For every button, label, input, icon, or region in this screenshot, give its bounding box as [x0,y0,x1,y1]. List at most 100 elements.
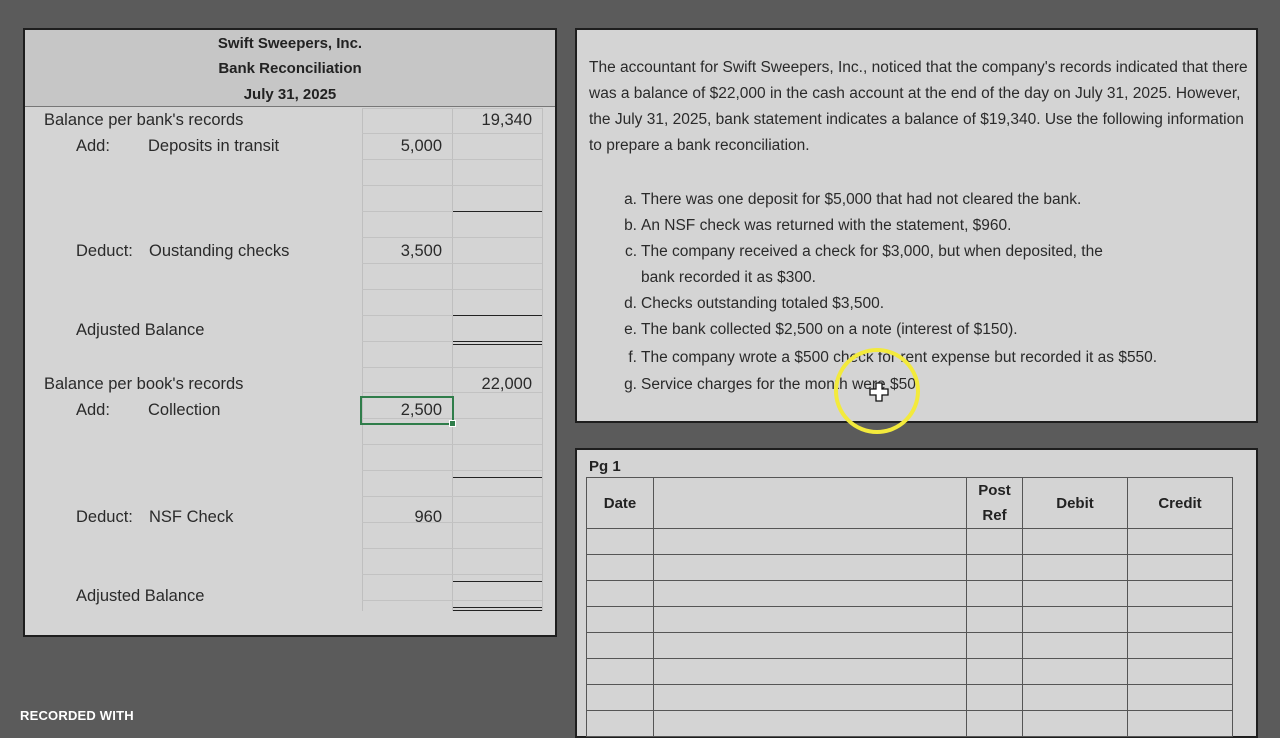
journal-cell[interactable] [1127,658,1233,685]
journal-cell[interactable] [586,658,654,685]
journal-cell[interactable] [653,606,967,633]
list-item: b. An NSF check was returned with the sta… [624,217,1012,234]
journal-row [586,632,1233,659]
journal-cell[interactable] [1022,684,1128,711]
journal-cell[interactable] [966,684,1023,711]
book-balance-amount[interactable]: 22,000 [452,375,532,394]
journal-row [586,684,1233,711]
journal-cell[interactable] [586,554,654,581]
book-adjusted-label: Adjusted Balance [76,587,205,605]
report-title: Bank Reconciliation [218,60,362,77]
journal-row [586,554,1233,581]
journal-row [586,606,1233,633]
book-add-amount[interactable]: 2,500 [362,401,442,420]
post-ref-header: Post Ref [966,477,1023,529]
journal-cell[interactable] [966,580,1023,607]
journal-cell[interactable] [966,658,1023,685]
grid-row-line [362,574,542,575]
bank-balance-amount[interactable]: 19,340 [452,111,532,130]
journal-cell[interactable] [653,632,967,659]
journal-cell[interactable] [966,632,1023,659]
journal-cell[interactable] [653,710,967,737]
journal-panel: Pg 1 Date Post Ref Debit Credit [575,448,1258,738]
journal-row [586,658,1233,685]
underline [453,581,542,582]
grid-row-line [362,263,542,264]
journal-cell[interactable] [1127,528,1233,555]
bank-deduct-label: Deduct: [76,242,133,260]
journal-table: Date Post Ref Debit Credit [586,477,1233,737]
credit-header: Credit [1127,477,1233,529]
journal-cell[interactable] [653,684,967,711]
list-item: d. Checks outstanding totaled $3,500. [624,295,885,312]
journal-row [586,580,1233,607]
journal-cell[interactable] [1022,710,1128,737]
journal-cell[interactable] [586,580,654,607]
problem-paragraph: The accountant for Swift Sweepers, Inc.,… [589,59,1248,154]
grid-row-line [362,548,542,549]
book-balance-label: Balance per book's records [44,375,244,393]
journal-cell[interactable] [966,710,1023,737]
journal-cell[interactable] [966,528,1023,555]
book-deduct-item: NSF Check [149,508,234,526]
reconciliation-header: Swift Sweepers, Inc. Bank Reconciliation… [25,30,555,107]
debit-header: Debit [1022,477,1128,529]
journal-cell[interactable] [1127,632,1233,659]
journal-cell[interactable] [586,528,654,555]
bank-add-amount[interactable]: 5,000 [362,137,442,156]
journal-cell[interactable] [653,580,967,607]
journal-cell[interactable] [586,632,654,659]
journal-cell[interactable] [966,606,1023,633]
grid-row-line [362,159,542,160]
journal-cell[interactable] [1127,580,1233,607]
journal-cell[interactable] [1127,710,1233,737]
journal-cell[interactable] [1022,554,1128,581]
grid-row-line [362,185,542,186]
list-item: a. There was one deposit for $5,000 that … [624,191,1082,208]
bank-balance-label: Balance per bank's records [44,111,244,129]
fill-handle[interactable] [449,420,456,427]
double-underline [453,344,542,345]
bank-reconciliation-panel: Swift Sweepers, Inc. Bank Reconciliation… [23,28,557,637]
underline [453,477,542,478]
journal-cell[interactable] [1022,658,1128,685]
description-header [653,477,967,529]
bank-deduct-amount[interactable]: 3,500 [362,242,442,261]
double-underline [453,610,542,611]
journal-cell[interactable] [1022,580,1128,607]
journal-cell[interactable] [586,710,654,737]
journal-cell[interactable] [1127,606,1233,633]
journal-cell[interactable] [586,684,654,711]
date-header: Date [586,477,654,529]
journal-cell[interactable] [653,658,967,685]
book-deduct-amount[interactable]: 960 [362,508,442,527]
bank-add-item: Deposits in transit [148,137,280,155]
grid-column-line [362,108,363,611]
book-deduct-label: Deduct: [76,508,133,526]
grid-row-line [362,600,542,601]
underline [453,315,542,316]
grid-row-line [362,367,542,368]
journal-cell[interactable] [653,554,967,581]
double-underline [453,341,542,342]
journal-cell[interactable] [653,528,967,555]
journal-row [586,710,1233,737]
grid-row-line [362,496,542,497]
journal-cell[interactable] [1022,528,1128,555]
journal-cell[interactable] [1127,554,1233,581]
bank-deduct-item: Oustanding checks [149,242,290,260]
journal-cell[interactable] [966,554,1023,581]
grid-row-line [362,470,542,471]
journal-cell[interactable] [1127,684,1233,711]
problem-statement-panel: The accountant for Swift Sweepers, Inc.,… [575,28,1258,423]
journal-cell[interactable] [1022,606,1128,633]
recording-watermark: RECORDED WITH [20,708,134,723]
double-underline [453,607,542,608]
grid-row-line [362,237,542,238]
journal-cell[interactable] [586,606,654,633]
journal-cell[interactable] [1022,632,1128,659]
cell-select-cursor-icon [869,382,889,402]
book-add-item: Collection [148,401,221,419]
bank-add-label: Add: [76,137,110,155]
grid-row-line [362,108,542,109]
